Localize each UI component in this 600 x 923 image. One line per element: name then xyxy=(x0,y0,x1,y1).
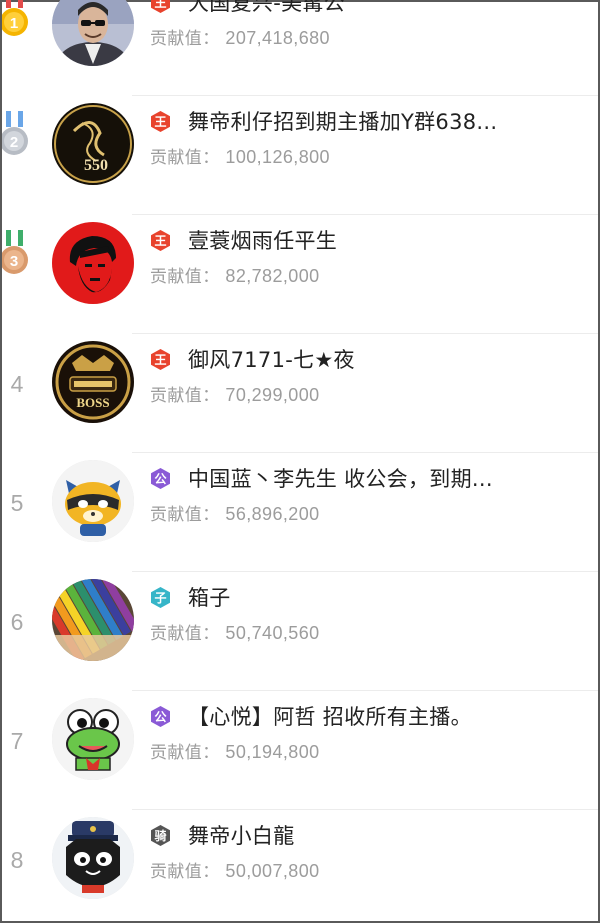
duke-badge-icon: 公 xyxy=(150,706,171,727)
knight-badge-icon: 骑 xyxy=(150,825,171,846)
list-item[interactable]: 2 550 王 舞帝利仔招到期主播加Y群638... 贡献值： 100,126,… xyxy=(2,96,598,215)
svg-text:公: 公 xyxy=(154,710,166,724)
svg-text:王: 王 xyxy=(154,0,166,10)
list-item[interactable]: 4 BOSS 王 御风7171-七★夜 贡献值： 70,299,000 xyxy=(2,334,598,453)
svg-text:公: 公 xyxy=(154,472,166,486)
username[interactable]: 大国复兴-美髯公 xyxy=(188,0,588,17)
rank-number: 5 xyxy=(10,490,24,516)
gold-medal-icon: 1 xyxy=(2,0,28,36)
username[interactable]: 御风7171-七★夜 xyxy=(188,344,588,374)
svg-text:王: 王 xyxy=(154,234,166,248)
crown-badge-icon: 王 xyxy=(150,349,171,370)
rank-number: 6 xyxy=(10,609,24,635)
silver-medal-icon: 2 xyxy=(2,111,28,155)
svg-text:子: 子 xyxy=(154,591,166,605)
svg-text:3: 3 xyxy=(10,253,18,270)
black-cat-avatar-icon xyxy=(52,817,134,899)
duke-badge-icon: 公 xyxy=(150,468,171,489)
svg-text:王: 王 xyxy=(154,353,166,367)
crown-badge-icon: 王 xyxy=(150,0,171,13)
list-item[interactable]: 6 子 箱子 贡献值： 50,740,560 xyxy=(2,572,598,691)
boss-emblem-avatar-icon: BOSS xyxy=(52,341,134,423)
rank-number: 7 xyxy=(10,728,24,754)
rank-number: 4 xyxy=(10,371,24,397)
frog-cartoon-avatar-icon xyxy=(52,698,134,780)
avatar[interactable] xyxy=(52,222,134,304)
avatar[interactable] xyxy=(52,817,134,899)
avatar[interactable] xyxy=(52,0,134,66)
contribution-value: 贡献值： 82,782,000 xyxy=(150,266,320,287)
contribution-ranking-list: 1 王 大国复兴-美髯公 贡献值： 207,418,680 2 550 王 舞帝… xyxy=(2,0,598,921)
svg-text:550: 550 xyxy=(84,157,108,174)
contribution-value: 贡献值： 56,896,200 xyxy=(150,504,320,525)
avatar[interactable]: 550 xyxy=(52,103,134,185)
contribution-value: 贡献值： 50,007,800 xyxy=(150,861,320,882)
viscount-badge-icon: 子 xyxy=(150,587,171,608)
avatar[interactable]: BOSS xyxy=(52,341,134,423)
list-item[interactable]: 7 公 【心悦】阿哲 招收所有主播。 贡献值： 50,194,800 xyxy=(2,691,598,810)
list-item[interactable]: 8 骑 舞帝小白龍 贡献值： 50,007,800 xyxy=(2,810,598,921)
dancer-logo-avatar-icon: 550 xyxy=(52,103,134,185)
crown-badge-icon: 王 xyxy=(150,230,171,251)
svg-text:骑: 骑 xyxy=(154,828,166,843)
contribution-value: 贡献值： 70,299,000 xyxy=(150,385,320,406)
crown-badge-icon: 王 xyxy=(150,111,171,132)
list-item[interactable]: 1 王 大国复兴-美髯公 贡献值： 207,418,680 xyxy=(2,0,598,96)
contribution-value: 贡献值： 207,418,680 xyxy=(150,28,330,49)
username[interactable]: 壹蓑烟雨任平生 xyxy=(188,225,588,255)
man-sunglasses-avatar-icon xyxy=(52,0,134,66)
username[interactable]: 舞帝小白龍 xyxy=(188,820,588,850)
che-portrait-avatar-icon xyxy=(52,222,134,304)
bronze-medal-icon: 3 xyxy=(2,230,28,274)
avatar[interactable] xyxy=(52,460,134,542)
contribution-value: 贡献值： 50,740,560 xyxy=(150,623,320,644)
svg-text:王: 王 xyxy=(154,115,166,129)
contribution-value: 贡献值： 100,126,800 xyxy=(150,147,330,168)
avatar[interactable] xyxy=(52,579,134,661)
username[interactable]: 箱子 xyxy=(188,582,588,612)
contribution-value: 贡献值： 50,194,800 xyxy=(150,742,320,763)
username[interactable]: 【心悦】阿哲 招收所有主播。 xyxy=(188,701,588,731)
colored-pencils-avatar-icon xyxy=(52,579,134,661)
avatar[interactable] xyxy=(52,698,134,780)
list-item[interactable]: 3 王 壹蓑烟雨任平生 贡献值： 82,782,000 xyxy=(2,215,598,334)
svg-text:BOSS: BOSS xyxy=(76,395,109,410)
username[interactable]: 舞帝利仔招到期主播加Y群638... xyxy=(188,106,588,136)
svg-text:2: 2 xyxy=(10,134,18,151)
username[interactable]: 中国蓝丶李先生 收公会，到期... xyxy=(188,463,588,493)
list-item[interactable]: 5 公 中国蓝丶李先生 收公会，到期... 贡献值： 56,896,200 xyxy=(2,453,598,572)
svg-text:1: 1 xyxy=(10,15,18,32)
raccoon-mascot-avatar-icon xyxy=(52,460,134,542)
rank-number: 8 xyxy=(10,847,24,873)
